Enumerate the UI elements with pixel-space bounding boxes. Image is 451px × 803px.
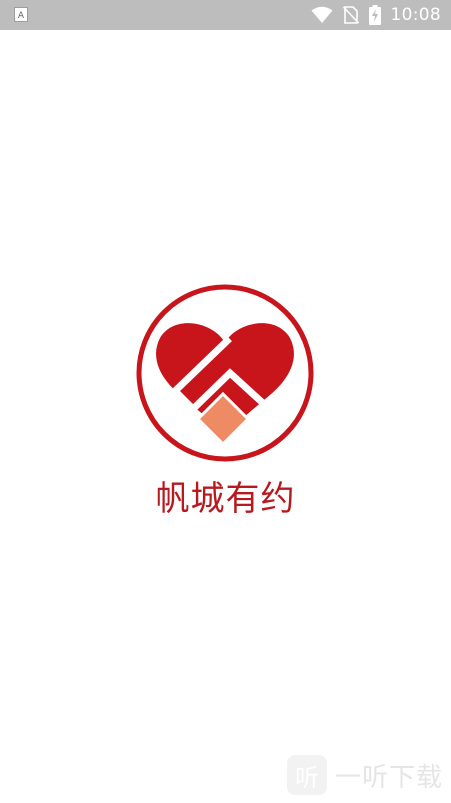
no-sim-icon: [342, 6, 359, 24]
watermark-text: 一听下载: [334, 762, 443, 793]
status-time: 10:08: [390, 5, 441, 25]
splash-screen: A 10:08 帆城有约 听 一听下载: [0, 0, 451, 803]
wifi-icon: [311, 6, 332, 23]
heart-handshake-logo: [136, 284, 314, 462]
battery-charging-icon: [368, 5, 381, 25]
status-bar: A 10:08: [0, 0, 451, 30]
svg-text:A: A: [18, 11, 25, 21]
watermark: 听 一听下载: [286, 753, 443, 797]
app-notification-icon: A: [14, 7, 28, 22]
status-icons: 10:08: [311, 0, 442, 30]
app-name: 帆城有约: [155, 479, 296, 519]
watermark-badge: 听: [286, 755, 327, 795]
